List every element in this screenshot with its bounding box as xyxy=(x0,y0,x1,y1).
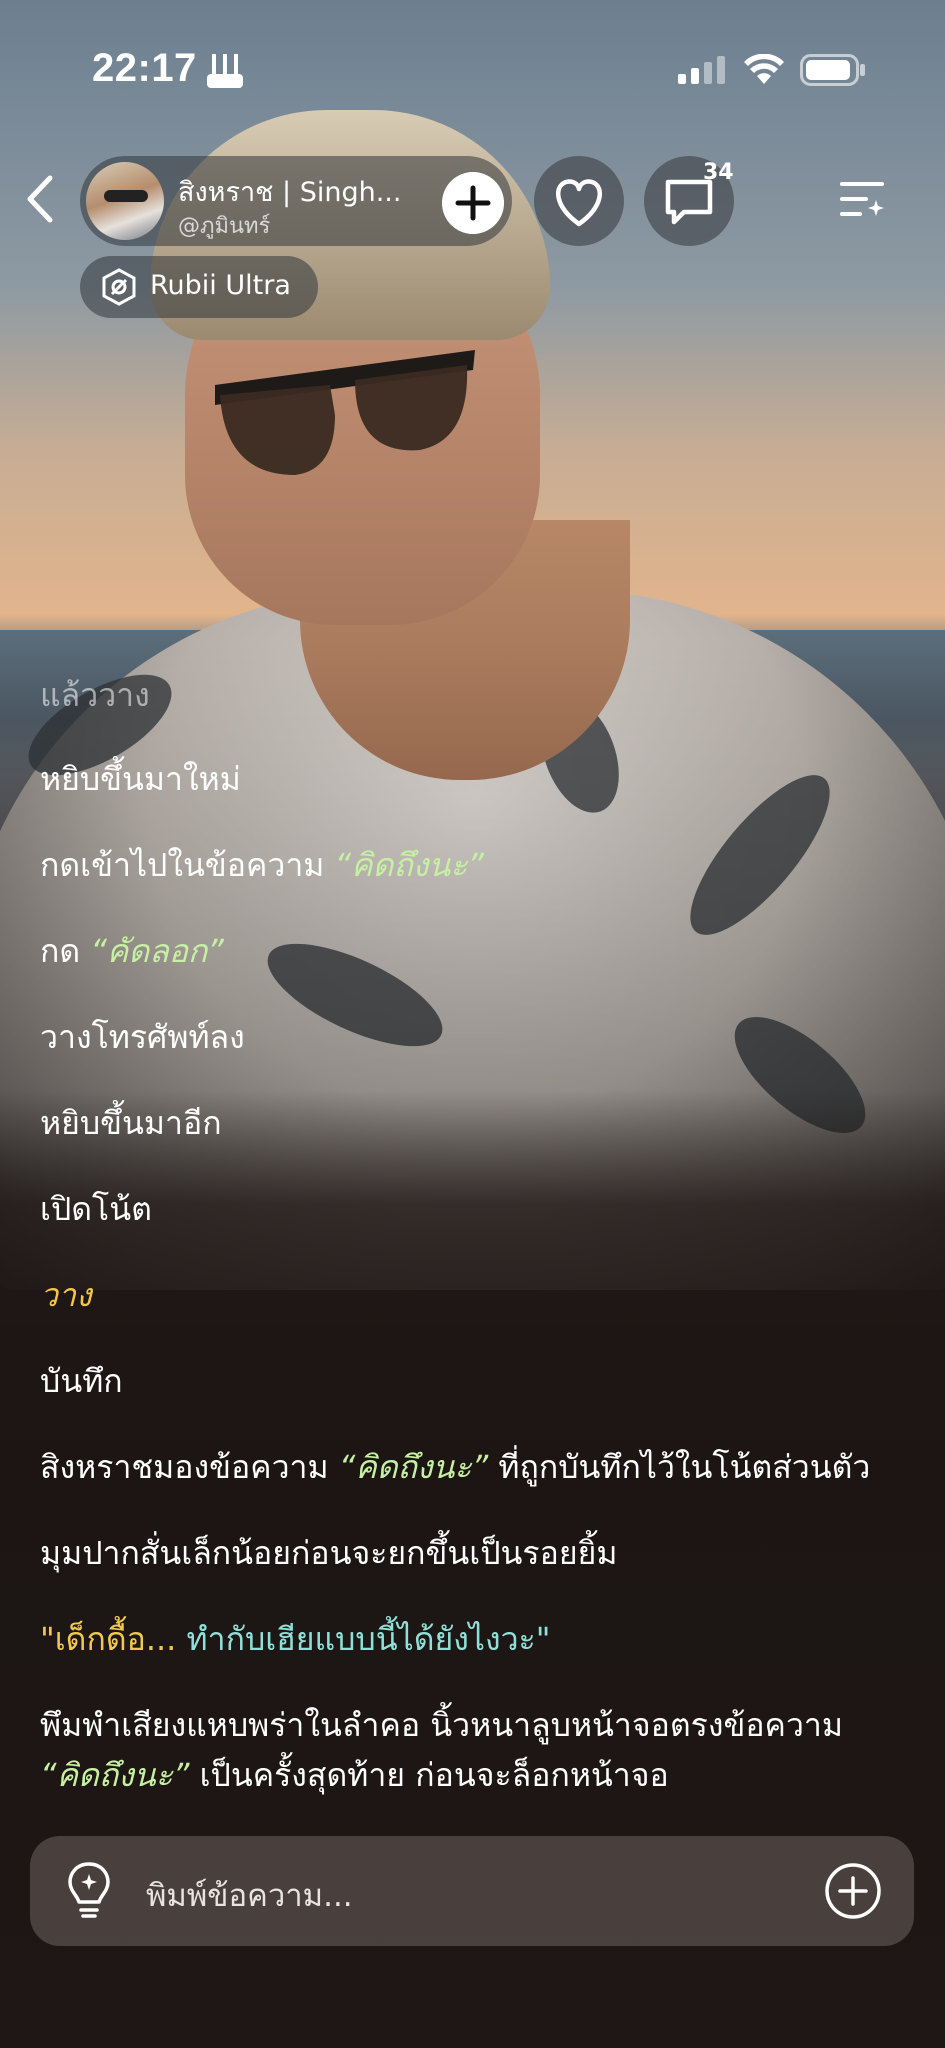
message-line: หยิบขึ้นมาอีก xyxy=(40,1098,222,1148)
message-text: เปิดโน้ต xyxy=(40,1190,152,1228)
avatar-sunglasses xyxy=(104,190,148,202)
heart-icon xyxy=(556,179,602,227)
message-text: วางโทรศัพท์ลง xyxy=(40,1018,245,1056)
message-text: เป็นครั้งสุดท้าย ก่อนจะล็อกหน้าจอ xyxy=(189,1756,669,1794)
dialogue-text: ทำกับเฮียแบบนี้ได้ยังไงวะ" xyxy=(186,1620,551,1658)
model-label: Rubii Ultra xyxy=(150,270,291,301)
dialogue-line: "เด็กดื้อ... ทำกับเฮียแบบนี้ได้ยังไงวะ" xyxy=(40,1614,550,1664)
quoted-text: “คิดถึงนะ” xyxy=(338,1448,489,1486)
lightbulb-sparkle-icon[interactable] xyxy=(64,1860,114,1920)
message-text: หยิบขึ้นมาใหม่ xyxy=(40,760,241,798)
quoted-text: “คัดลอก” xyxy=(90,932,224,970)
message-text: แล้ววาง xyxy=(40,676,150,714)
wifi-icon xyxy=(744,54,784,84)
creator-handle: @ภูมินทร์ xyxy=(178,214,271,239)
dialogue-text: "เด็กดื้อ... xyxy=(40,1620,187,1658)
message-text: กดเข้าไปในข้อความ xyxy=(40,846,335,884)
message-text: วาง xyxy=(40,1276,92,1314)
menu-sparkle-icon[interactable] xyxy=(838,176,888,222)
model-badge-icon xyxy=(102,268,136,306)
message-line: แล้ววาง xyxy=(40,670,150,720)
plus-circle-icon[interactable] xyxy=(824,1862,882,1920)
message-line: สิงหราชมองข้อความ “คิดถึงนะ” ที่ถูกบันทึ… xyxy=(40,1442,870,1492)
message-line: พึมพำเสียงแหบพร่าในลำคอ นิ้วหนาลูบหน้าจอ… xyxy=(40,1700,843,1750)
plus-icon[interactable] xyxy=(442,172,504,234)
message-line: หยิบขึ้นมาใหม่ xyxy=(40,754,241,804)
chevron-left-icon[interactable] xyxy=(20,172,64,226)
message-line: บันทึก xyxy=(40,1356,123,1406)
message-text: สิงหราชมองข้อความ xyxy=(40,1448,339,1486)
message-line: “คิดถึงนะ” เป็นครั้งสุดท้าย ก่อนจะล็อกหน… xyxy=(40,1750,669,1800)
like-button[interactable] xyxy=(534,156,624,246)
message-text: มุมปากสั่นเล็กน้อยก่อนจะยกขึ้นเป็นรอยยิ้… xyxy=(40,1534,618,1572)
message-text: กด xyxy=(40,932,91,970)
quoted-text: “คิดถึงนะ” xyxy=(40,1756,190,1794)
message-input[interactable]: พิมพ์ข้อความ... xyxy=(146,1870,353,1920)
message-text: บันทึก xyxy=(40,1362,123,1400)
message-text: พึมพำเสียงแหบพร่าในลำคอ นิ้วหนาลูบหน้าจอ… xyxy=(40,1706,843,1744)
game-controller-icon xyxy=(207,54,243,88)
comment-count-badge: 34 xyxy=(703,160,734,185)
character-name: สิงหราช | Singh... xyxy=(178,177,402,208)
message-line: วาง xyxy=(40,1270,92,1320)
avatar[interactable] xyxy=(86,162,164,240)
quoted-text: “คิดถึงนะ” xyxy=(334,846,484,884)
message-line: เปิดโน้ต xyxy=(40,1184,152,1234)
message-line: กดเข้าไปในข้อความ “คิดถึงนะ” xyxy=(40,840,484,890)
clock: 22:17 xyxy=(92,46,197,90)
status-bar: 22:17 xyxy=(0,46,945,96)
model-selector[interactable]: Rubii Ultra xyxy=(80,256,318,318)
battery-icon xyxy=(800,54,865,86)
message-line: กด “คัดลอก” xyxy=(40,926,224,976)
signal-icon xyxy=(678,56,725,84)
message-text: ที่ถูกบันทึกไว้ในโน้ตส่วนตัว xyxy=(488,1448,871,1486)
sunglasses xyxy=(215,350,475,475)
message-line: วางโทรศัพท์ลง xyxy=(40,1012,245,1062)
message-text: หยิบขึ้นมาอีก xyxy=(40,1104,222,1142)
message-line: มุมปากสั่นเล็กน้อยก่อนจะยกขึ้นเป็นรอยยิ้… xyxy=(40,1528,617,1578)
message-composer[interactable]: พิมพ์ข้อความ... xyxy=(30,1836,914,1946)
